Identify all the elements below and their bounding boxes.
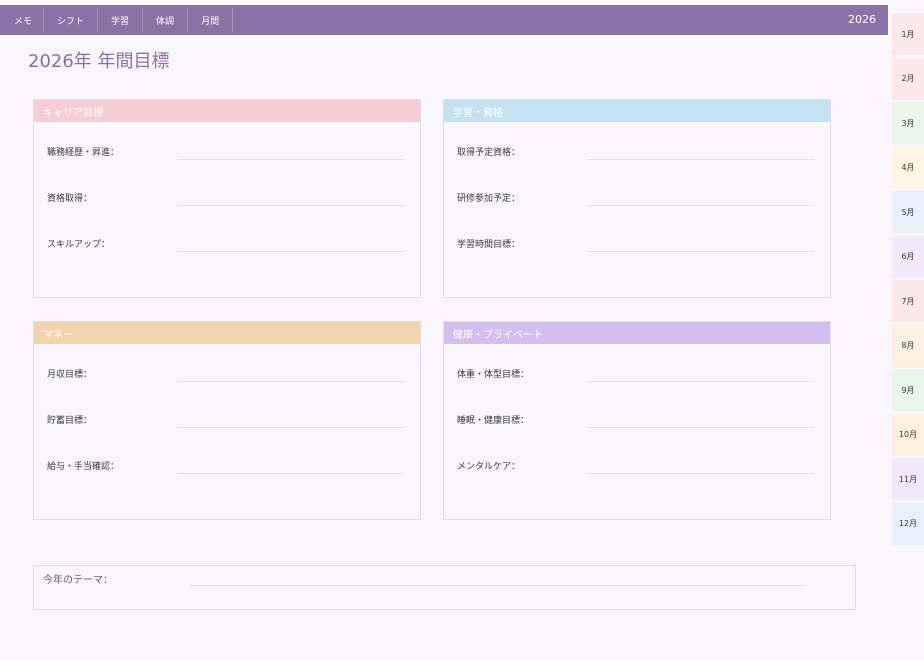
goal-input-line[interactable] xyxy=(177,251,404,252)
goal-input-line[interactable] xyxy=(587,381,814,382)
health-goals-card: 健康・プライベート 体重・体型目標： 睡眠・健康目標： メンタルケア： xyxy=(443,321,831,520)
tab-monthly[interactable]: 月間 xyxy=(188,8,234,32)
goal-row: 研修参加予定： xyxy=(457,191,814,207)
goal-row: メンタルケア： xyxy=(457,459,814,475)
goal-label: メンタルケア： xyxy=(457,462,521,472)
goal-label: 資格取得： xyxy=(47,194,93,204)
goal-row: 職務経歴・昇進： xyxy=(47,145,404,161)
month-tab-12[interactable]: 12月 xyxy=(892,502,924,545)
page-title: 2026年 年間目標 xyxy=(28,51,170,72)
goal-row: 資格取得： xyxy=(47,191,404,207)
goal-row: スキルアップ： xyxy=(47,237,404,253)
card-header: マネー xyxy=(34,322,420,344)
goal-row: 貯蓄目標： xyxy=(47,413,404,429)
goal-input-line[interactable] xyxy=(587,427,814,428)
card-title: キャリア目標 xyxy=(43,107,103,119)
card-header: 学習・資格 xyxy=(444,100,830,122)
month-tab-8[interactable]: 8月 xyxy=(892,324,924,367)
yearly-theme-box: 今年のテーマ： xyxy=(33,565,856,610)
goal-label: 職務経歴・昇進： xyxy=(47,148,120,158)
tab-health[interactable]: 体調 xyxy=(143,8,189,32)
month-tab-9[interactable]: 9月 xyxy=(892,369,924,411)
goal-input-line[interactable] xyxy=(587,251,814,252)
goal-input-line[interactable] xyxy=(587,473,814,474)
tab-shift[interactable]: シフト xyxy=(44,8,99,32)
goal-label: 研修参加予定： xyxy=(457,194,521,204)
month-tab-10[interactable]: 10月 xyxy=(892,413,924,456)
card-title: 健康・プライベート xyxy=(453,329,543,341)
month-tab-6[interactable]: 6月 xyxy=(892,235,924,278)
goal-input-line[interactable] xyxy=(177,473,404,474)
month-tab-list: 1月 2月 3月 4月 5月 6月 7月 8月 9月 10月 11月 12月 xyxy=(892,13,924,547)
year-label: 2026 xyxy=(848,13,876,26)
goal-label: 取得予定資格： xyxy=(457,148,521,158)
yearly-theme-label: 今年のテーマ： xyxy=(43,575,113,586)
goal-input-line[interactable] xyxy=(177,427,404,428)
goal-label: 給与・手当確認： xyxy=(47,462,120,472)
goal-label: スキルアップ： xyxy=(47,240,111,250)
goal-label: 学習時間目標： xyxy=(457,240,521,250)
card-header: キャリア目標 xyxy=(34,100,420,122)
tab-memo[interactable]: メモ xyxy=(0,8,45,32)
goal-label: 睡眠・健康目標： xyxy=(457,416,530,426)
goal-label: 月収目標： xyxy=(47,370,93,380)
study-goals-card: 学習・資格 取得予定資格： 研修参加予定： 学習時間目標： xyxy=(443,99,831,298)
career-goals-card: キャリア目標 職務経歴・昇進： 資格取得： スキルアップ： xyxy=(33,99,421,298)
goal-row: 給与・手当確認： xyxy=(47,459,404,475)
month-tab-1[interactable]: 1月 xyxy=(892,13,924,55)
goal-input-line[interactable] xyxy=(177,205,404,206)
goal-label: 貯蓄目標： xyxy=(47,416,93,426)
month-tab-2[interactable]: 2月 xyxy=(892,57,924,100)
goal-input-line[interactable] xyxy=(587,205,814,206)
goal-row: 体重・体型目標： xyxy=(457,367,814,383)
goal-input-line[interactable] xyxy=(177,159,404,160)
card-header: 健康・プライベート xyxy=(444,322,830,344)
card-title: 学習・資格 xyxy=(453,107,503,119)
goal-row: 睡眠・健康目標： xyxy=(457,413,814,429)
goal-row: 学習時間目標： xyxy=(457,237,814,253)
month-tab-4[interactable]: 4月 xyxy=(892,146,924,189)
goal-input-line[interactable] xyxy=(587,159,814,160)
month-tab-7[interactable]: 7月 xyxy=(892,280,924,322)
goal-input-line[interactable] xyxy=(177,381,404,382)
goal-label: 体重・体型目標： xyxy=(457,370,530,380)
month-tab-3[interactable]: 3月 xyxy=(892,102,924,144)
card-title: マネー xyxy=(43,329,73,341)
money-goals-card: マネー 月収目標： 貯蓄目標： 給与・手当確認： xyxy=(33,321,421,520)
goal-row: 取得予定資格： xyxy=(457,145,814,161)
goal-row: 月収目標： xyxy=(47,367,404,383)
tab-study[interactable]: 学習 xyxy=(98,8,144,32)
top-nav-bar: メモ シフト 学習 体調 月間 2026 xyxy=(0,5,888,35)
month-tab-5[interactable]: 5月 xyxy=(892,191,924,233)
yearly-theme-input-line[interactable] xyxy=(190,585,805,586)
month-tab-11[interactable]: 11月 xyxy=(892,458,924,500)
